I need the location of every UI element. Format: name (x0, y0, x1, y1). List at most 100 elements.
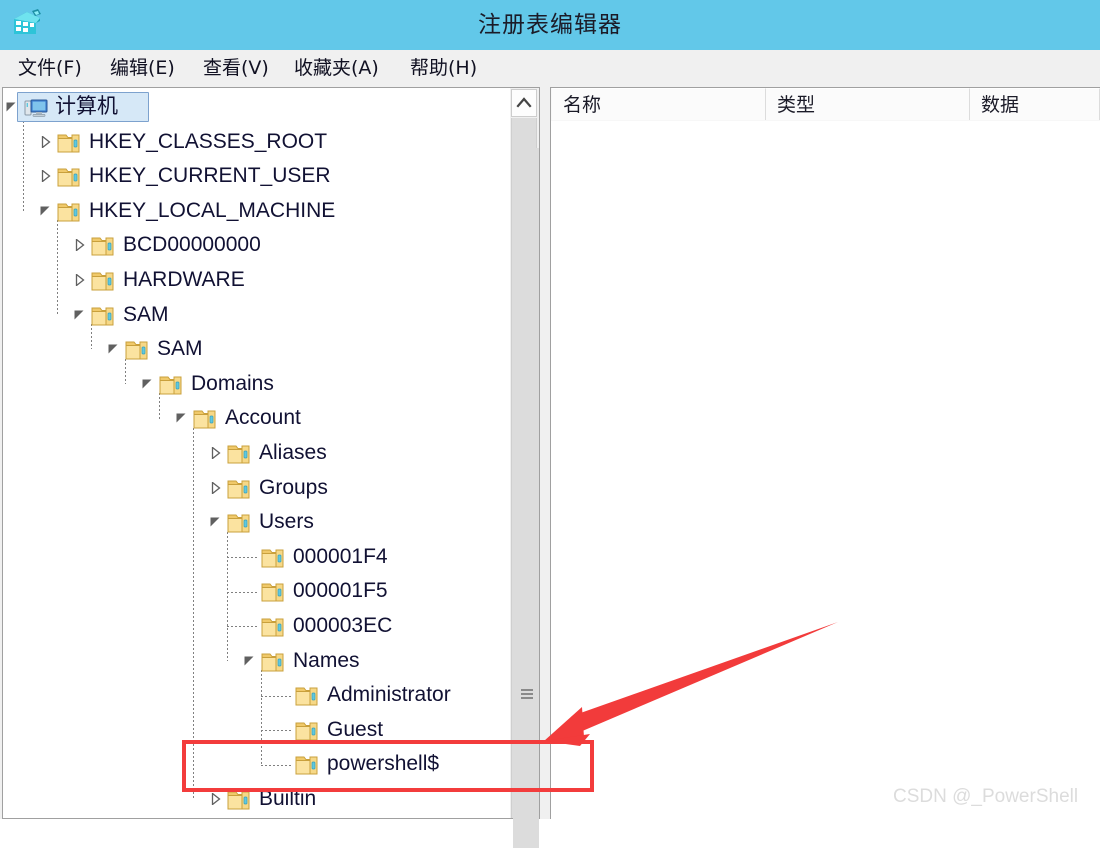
expander-collapse-icon[interactable] (39, 194, 53, 228)
tree-item-000003EC[interactable]: 000003EC (3, 609, 508, 643)
tree-item-[interactable]: 计算机 (3, 90, 508, 124)
registry-key-icon (57, 165, 83, 187)
registry-key-icon (295, 719, 321, 741)
registry-tree[interactable]: 计算机 HKEY_CLASSES_ROOT HKEY_CURRENT_USER HKE… (3, 88, 508, 818)
tree-item-label: Account (225, 406, 301, 430)
tree-item-label: HKEY_CLASSES_ROOT (89, 129, 328, 153)
expander-collapse-icon[interactable] (107, 332, 121, 366)
registry-key-icon (91, 234, 117, 256)
tree-item-Aliases[interactable]: Aliases (3, 436, 508, 470)
values-list-body[interactable] (551, 121, 1100, 819)
tree-item-Guest[interactable]: Guest (3, 713, 508, 747)
menu-item-4[interactable]: 帮助(H) (404, 50, 483, 87)
registry-key-icon (295, 684, 321, 706)
tree-item-label: 000001F4 (293, 544, 388, 568)
tree-item-Groups[interactable]: Groups (3, 471, 508, 505)
expander-collapse-icon[interactable] (209, 505, 223, 539)
menu-bar: 文件(F) 编辑(E) 查看(V) 收藏夹(A) 帮助(H) (0, 50, 1100, 88)
expander-collapse-icon[interactable] (73, 298, 87, 332)
window-title: 注册表编辑器 (478, 12, 622, 38)
registry-key-icon (193, 407, 219, 429)
tree-item-label: SAM (157, 337, 203, 361)
tree-item-Domains[interactable]: Domains (3, 367, 508, 401)
registry-key-icon (227, 477, 253, 499)
tree-item-label: BCD00000000 (123, 233, 261, 257)
tree-item-label: HKEY_CURRENT_USER (89, 164, 331, 188)
tree-item-Administrator[interactable]: Administrator (3, 678, 508, 712)
tree-item-label: HARDWARE (123, 268, 245, 291)
tree-item-powershell$[interactable]: powershell$ (3, 747, 508, 781)
tree-item-label: Users (259, 510, 314, 534)
tree-item-000001F5[interactable]: 000001F5 (3, 574, 508, 608)
scroll-track[interactable] (511, 118, 539, 848)
registry-key-icon (261, 580, 287, 602)
tree-item-label: SAM (123, 302, 169, 326)
column-header-2[interactable]: 数据 (970, 88, 1100, 120)
expander-collapse-icon[interactable] (243, 644, 257, 678)
values-column-header: 名称 类型 数据 (551, 88, 1100, 122)
tree-item-Account[interactable]: Account (3, 401, 508, 435)
menu-item-3[interactable]: 收藏夹(A) (288, 50, 385, 87)
watermark: CSDN @_PowerShell (893, 786, 1079, 807)
registry-key-icon (261, 650, 287, 672)
column-header-1[interactable]: 类型 (766, 88, 970, 120)
registry-key-icon (159, 373, 185, 395)
tree-item-HARDWARE[interactable]: HARDWARE (3, 263, 508, 297)
tree-item-BCD00000000[interactable]: BCD00000000 (3, 228, 508, 262)
tree-item-label: powershell$ (327, 752, 440, 776)
expander-expand-icon[interactable] (39, 125, 53, 159)
expander-collapse-icon[interactable] (141, 367, 155, 401)
tree-item-SAM[interactable]: SAM (3, 332, 508, 366)
column-header-0[interactable]: 名称 (552, 88, 766, 120)
menu-item-0[interactable]: 文件(F) (12, 50, 88, 87)
expander-expand-icon[interactable] (209, 436, 223, 470)
registry-key-icon (227, 442, 253, 464)
tree-item-label: 计算机 (55, 95, 118, 118)
tree-item-SAM[interactable]: SAM (3, 298, 508, 332)
registry-key-icon (227, 788, 253, 810)
tree-item-label: HKEY_LOCAL_MACHINE (89, 198, 336, 222)
tree-item-label: Builtin (259, 787, 317, 810)
tree-item-Builtin[interactable]: Builtin (3, 782, 508, 816)
tree-item-label: Aliases (259, 441, 327, 464)
menu-item-1[interactable]: 编辑(E) (104, 50, 181, 87)
scroll-thumb[interactable] (513, 148, 539, 848)
title-bar: 注册表编辑器 (0, 0, 1100, 50)
tree-item-HKEY_LOCAL_MACHINE[interactable]: HKEY_LOCAL_MACHINE (3, 194, 508, 228)
tree-item-label: Guest (327, 717, 384, 741)
tree-item-label: 000003EC (293, 614, 393, 637)
tree-item-000001F4[interactable]: 000001F4 (3, 540, 508, 574)
expander-expand-icon[interactable] (73, 228, 87, 262)
expander-expand-icon[interactable] (209, 782, 223, 816)
tree-item-label: 000001F5 (293, 579, 388, 603)
pane-splitter[interactable] (540, 87, 550, 819)
main-content: 计算机 HKEY_CLASSES_ROOT HKEY_CURRENT_USER HKE… (0, 87, 1100, 848)
expander-expand-icon[interactable] (73, 263, 87, 297)
registry-key-icon (227, 511, 253, 533)
expander-collapse-icon[interactable] (175, 401, 189, 435)
registry-key-icon (261, 546, 287, 568)
registry-key-icon (91, 269, 117, 291)
registry-key-icon (125, 338, 151, 360)
tree-item-HKEY_CURRENT_USER[interactable]: HKEY_CURRENT_USER (3, 159, 508, 193)
registry-key-icon (295, 753, 321, 775)
tree-vertical-scrollbar[interactable] (510, 87, 540, 848)
menu-item-2[interactable]: 查看(V) (197, 50, 275, 87)
tree-item-label: Administrator (327, 683, 451, 707)
registry-key-icon (57, 131, 83, 153)
expander-expand-icon[interactable] (39, 159, 53, 193)
tree-item-label: Groups (259, 475, 328, 499)
registry-key-icon (91, 304, 117, 326)
computer-icon (23, 96, 49, 118)
registry-values-pane[interactable]: 名称 类型 数据 (550, 87, 1100, 819)
expander-expand-icon[interactable] (209, 471, 223, 505)
registry-tree-pane[interactable]: 计算机 HKEY_CLASSES_ROOT HKEY_CURRENT_USER HKE… (2, 87, 510, 819)
scroll-up-button[interactable] (511, 89, 537, 117)
tree-item-Names[interactable]: Names (3, 644, 508, 678)
tree-item-label: Domains (191, 371, 274, 395)
tree-item-Users[interactable]: Users (3, 505, 508, 539)
registry-key-icon (57, 200, 83, 222)
tree-item-HKEY_CLASSES_ROOT[interactable]: HKEY_CLASSES_ROOT (3, 125, 508, 159)
tree-item-label: Names (293, 648, 360, 672)
scroll-grip-icon (521, 689, 533, 701)
